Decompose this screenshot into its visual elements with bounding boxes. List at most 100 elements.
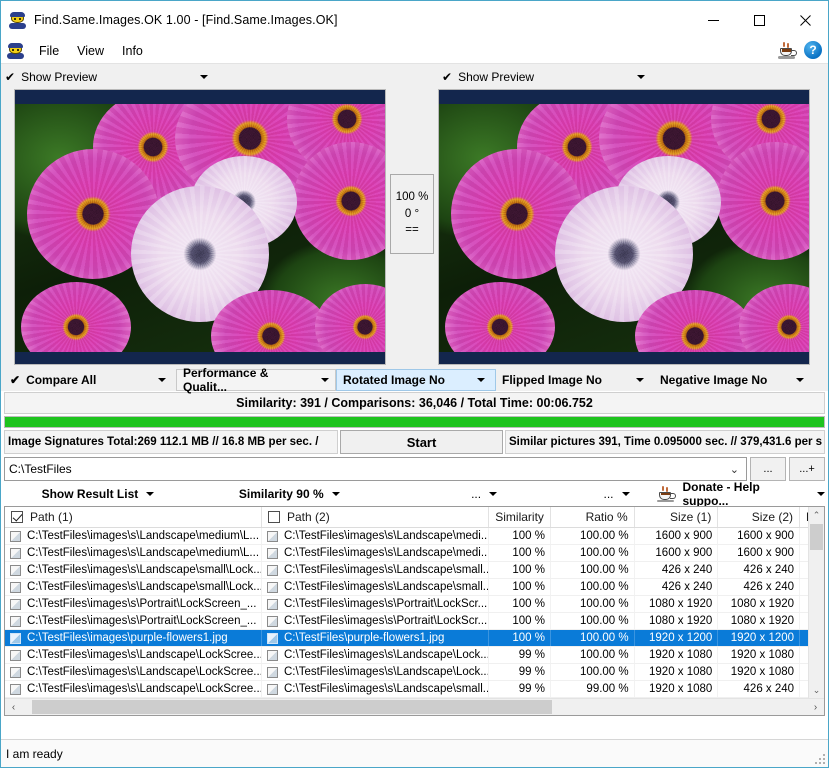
comparison-percent: 100 %: [395, 190, 429, 203]
table-row[interactable]: C:\TestFiles\images\s\Portrait\LockScree…: [5, 613, 824, 630]
row-checkbox-path1[interactable]: [10, 649, 21, 661]
table-row[interactable]: C:\TestFiles\images\s\Landscape\small\Lo…: [5, 562, 824, 579]
folder-path-input[interactable]: C:\TestFiles ⌄: [4, 457, 747, 481]
table-row[interactable]: C:\TestFiles\images\s\Portrait\LockScree…: [5, 596, 824, 613]
row-checkbox-path2[interactable]: [267, 598, 278, 610]
row-checkbox-path1[interactable]: [10, 666, 21, 678]
horizontal-scroll-track[interactable]: [22, 699, 807, 715]
column-header-path1[interactable]: Path (1): [5, 507, 262, 527]
negative-image-dropdown[interactable]: Negative Image No: [654, 369, 814, 391]
show-preview-right-dropdown[interactable]: ✔ Show Preview: [438, 64, 663, 89]
column-header-size1[interactable]: Size (1): [635, 507, 719, 527]
cell-path2: C:\TestFiles\images\s\Landscape\medi...: [262, 545, 490, 561]
column-header-ratio[interactable]: Ratio %: [551, 507, 635, 527]
donate-dropdown[interactable]: Donate - Help suppo...: [657, 480, 825, 508]
compare-all-dropdown[interactable]: ✔ Compare All: [4, 369, 176, 391]
cell-text: C:\TestFiles\images\s\Landscape\small...: [284, 581, 490, 593]
row-checkbox-path2[interactable]: [267, 547, 278, 559]
cell-similarity: 100 %: [489, 579, 551, 595]
horizontal-scrollbar[interactable]: ‹ ›: [5, 698, 824, 715]
show-result-list-dropdown[interactable]: Show Result List: [4, 487, 192, 501]
row-checkbox-path1[interactable]: [10, 632, 21, 644]
row-checkbox-path2[interactable]: [267, 581, 278, 593]
chevron-down-icon: [477, 378, 485, 382]
row-checkbox-path1[interactable]: [10, 564, 21, 576]
chevron-down-icon[interactable]: ⌄: [730, 463, 739, 476]
show-preview-left-dropdown[interactable]: ✔ Show Preview: [1, 64, 226, 89]
cell-size2: 1920 x 1080: [718, 664, 801, 680]
scroll-right-arrow-icon[interactable]: ›: [807, 702, 824, 713]
row-checkbox-path2[interactable]: [267, 615, 278, 627]
table-row[interactable]: C:\TestFiles\images\s\Landscape\LockScre…: [5, 647, 824, 664]
scroll-up-arrow-icon[interactable]: ⌃: [809, 507, 824, 523]
cell-similarity: 99 %: [489, 664, 551, 680]
start-button[interactable]: Start: [340, 430, 503, 454]
performance-quality-dropdown[interactable]: Performance & Qualit...: [176, 366, 336, 394]
row-checkbox-path2[interactable]: [267, 666, 278, 678]
select-all-path2-checkbox[interactable]: [268, 511, 280, 523]
row-checkbox-path2[interactable]: [267, 649, 278, 661]
results-table: Path (1) Path (2) Similarity Ratio % Siz…: [4, 506, 825, 716]
scroll-down-arrow-icon[interactable]: ⌄: [809, 682, 824, 698]
coffee-donate-icon[interactable]: [778, 41, 798, 59]
similarity-threshold-dropdown[interactable]: Similarity 90 %: [192, 487, 387, 501]
select-all-path1-checkbox[interactable]: [11, 511, 23, 523]
column-header-similarity[interactable]: Similarity: [489, 507, 551, 527]
horizontal-scroll-thumb[interactable]: [32, 700, 552, 714]
vertical-scroll-thumb[interactable]: [810, 524, 823, 550]
browse-folder-button[interactable]: ...: [750, 457, 786, 481]
table-row[interactable]: C:\TestFiles\images\purple-flowers1.jpg C…: [5, 630, 824, 647]
column-header-path2[interactable]: Path (2): [262, 507, 490, 527]
row-checkbox-path1[interactable]: [10, 547, 21, 559]
cell-ratio: 100.00 %: [551, 664, 635, 680]
maximize-button[interactable]: [736, 1, 782, 39]
row-checkbox-path1[interactable]: [10, 581, 21, 593]
cell-path1: C:\TestFiles\images\s\Portrait\LockScree…: [5, 596, 262, 612]
cell-text: C:\TestFiles\images\s\Landscape\small...: [284, 683, 490, 695]
cell-path1: C:\TestFiles\images\s\Landscape\LockScre…: [5, 681, 262, 697]
add-folder-button[interactable]: ...+: [789, 457, 825, 481]
menu-item-info[interactable]: Info: [113, 42, 152, 60]
row-checkbox-path1[interactable]: [10, 615, 21, 627]
preview-image-left[interactable]: [14, 89, 386, 365]
cell-size1: 1600 x 900: [635, 545, 719, 561]
table-row[interactable]: C:\TestFiles\images\s\Landscape\medium\L…: [5, 545, 824, 562]
rotated-image-dropdown[interactable]: Rotated Image No: [336, 369, 496, 391]
cell-path2: C:\TestFiles\images\s\Landscape\small...: [262, 681, 490, 697]
table-row[interactable]: C:\TestFiles\images\s\Landscape\LockScre…: [5, 681, 824, 698]
cell-ratio: 100.00 %: [551, 613, 635, 629]
preview-image-right[interactable]: [438, 89, 810, 365]
resize-grip-icon[interactable]: [814, 753, 825, 764]
cell-text: C:\TestFiles\images\s\Portrait\LockScree…: [27, 615, 257, 627]
table-row[interactable]: C:\TestFiles\images\s\Landscape\LockScre…: [5, 664, 824, 681]
table-row[interactable]: C:\TestFiles\images\s\Landscape\small\Lo…: [5, 579, 824, 596]
status-bar: I am ready: [1, 739, 828, 767]
minimize-button[interactable]: [690, 1, 736, 39]
cell-path2: C:\TestFiles\images\s\Landscape\medi...: [262, 528, 490, 544]
row-checkbox-path2[interactable]: [267, 683, 278, 695]
scroll-left-arrow-icon[interactable]: ‹: [5, 702, 22, 713]
cell-size1: 1920 x 1080: [635, 681, 719, 697]
row-checkbox-path1[interactable]: [10, 598, 21, 610]
table-row[interactable]: C:\TestFiles\images\s\Landscape\medium\L…: [5, 528, 824, 545]
cell-path1: C:\TestFiles\images\s\Landscape\LockScre…: [5, 664, 262, 680]
column-header-size2[interactable]: Size (2): [718, 507, 801, 527]
flipped-image-dropdown[interactable]: Flipped Image No: [496, 369, 654, 391]
row-checkbox-path2[interactable]: [267, 564, 278, 576]
close-button[interactable]: [782, 1, 828, 39]
row-checkbox-path1[interactable]: [10, 530, 21, 542]
extra-options-dropdown-2[interactable]: ...: [582, 487, 652, 501]
vertical-scrollbar[interactable]: ⌃ ⌄: [808, 507, 824, 698]
app-logo-icon: [9, 11, 26, 29]
extra-options-dropdown-1[interactable]: ...: [387, 487, 582, 501]
cell-text: C:\TestFiles\images\s\Portrait\LockScr..…: [284, 615, 488, 627]
cell-size2: 1600 x 900: [718, 545, 801, 561]
menu-item-file[interactable]: File: [30, 42, 68, 60]
row-checkbox-path1[interactable]: [10, 683, 21, 695]
cell-ratio: 100.00 %: [551, 562, 635, 578]
help-icon[interactable]: ?: [804, 41, 822, 59]
row-checkbox-path2[interactable]: [267, 632, 278, 644]
row-checkbox-path2[interactable]: [267, 530, 278, 542]
menu-item-view[interactable]: View: [68, 42, 113, 60]
cell-path2: C:\TestFiles\images\s\Landscape\small...: [262, 562, 490, 578]
